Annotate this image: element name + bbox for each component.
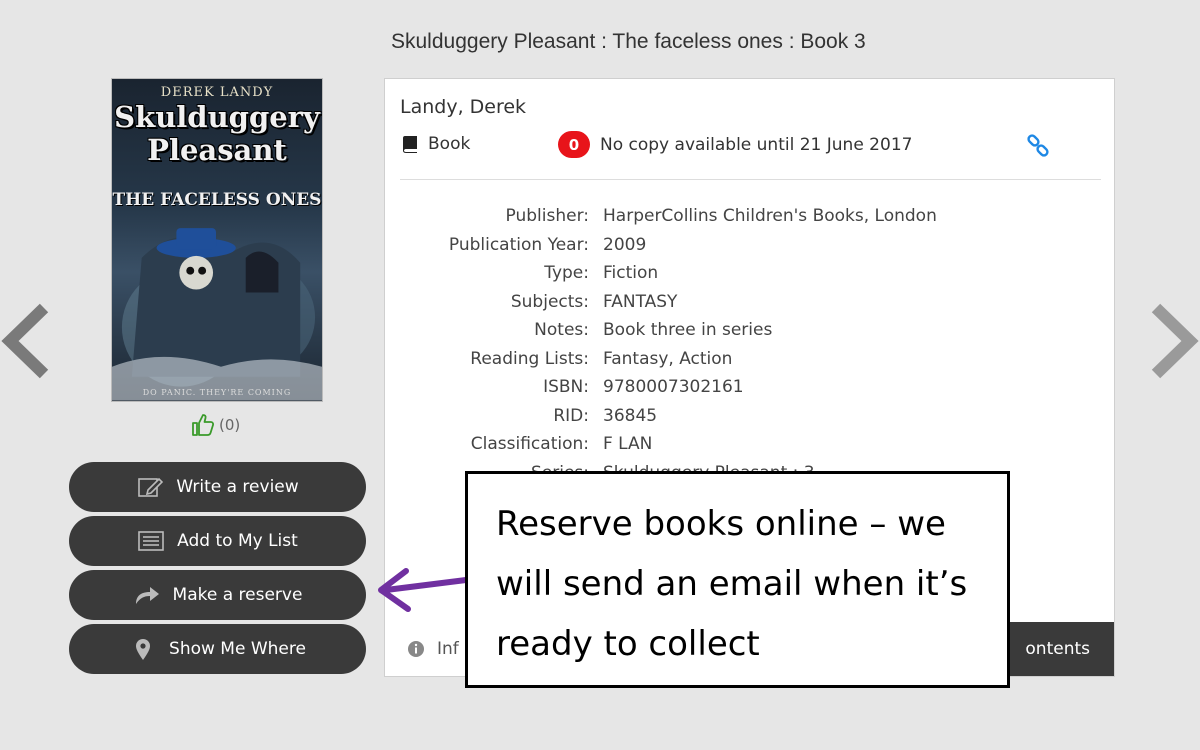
detail-row-rid: RID: 36845	[385, 402, 1100, 431]
list-icon	[138, 531, 164, 551]
write-review-label: Write a review	[176, 477, 299, 497]
detail-label: Subjects:	[510, 291, 589, 312]
show-me-where-label: Show Me Where	[169, 639, 306, 659]
detail-value: 2009	[603, 234, 647, 255]
tab-information-label: Inf	[437, 639, 459, 659]
detail-label: Classification:	[470, 434, 589, 455]
detail-label: Publication Year:	[448, 234, 589, 255]
book-icon	[403, 136, 417, 153]
detail-row-notes: Notes: Book three in series	[385, 316, 1100, 345]
detail-label: Notes:	[534, 320, 589, 341]
likes-count: (0)	[219, 416, 241, 434]
detail-row-subjects: Subjects: FANTASY	[385, 288, 1100, 317]
detail-value[interactable]: Fantasy, Action	[589, 349, 732, 369]
cover-title: Skulduggery Pleasant	[112, 101, 322, 167]
detail-value: 9780007302161	[603, 377, 744, 398]
format: Book	[400, 134, 470, 154]
detail-value: Book three in series	[603, 320, 773, 341]
add-to-my-list-button[interactable]: Add to My List	[69, 516, 366, 566]
cover-title-line2: Pleasant	[147, 133, 287, 167]
cover-tagline: DO PANIC. THEY'RE COMING	[142, 388, 292, 397]
info-icon	[408, 641, 424, 657]
detail-label: RID:	[553, 405, 589, 426]
detail-label: Publisher:	[505, 206, 589, 227]
detail-label: Reading Lists:	[470, 348, 589, 369]
detail-value: Fiction	[603, 263, 659, 284]
previous-item-arrow-icon[interactable]	[0, 300, 56, 382]
book-cover-image[interactable]: DEREK LANDY Skulduggery Pleasant THE FAC…	[111, 78, 323, 402]
available-count-badge: 0	[558, 131, 590, 158]
detail-row-publisher: Publisher: HarperCollins Children's Book…	[385, 202, 1100, 231]
reserve-callout: Reserve books online – we will send an e…	[465, 471, 1010, 688]
make-reserve-label: Make a reserve	[172, 585, 303, 605]
cover-author: DEREK LANDY	[160, 85, 274, 100]
show-me-where-button[interactable]: Show Me Where	[69, 624, 366, 674]
item-actions: Write a review Add to My List Make a res…	[69, 462, 366, 678]
add-to-my-list-label: Add to My List	[177, 531, 298, 551]
pencil-icon	[138, 477, 164, 497]
page-title: Skulduggery Pleasant : The faceless ones…	[391, 30, 866, 53]
detail-value: 36845	[603, 405, 658, 426]
availability-status: 0 No copy available until 21 June 2017	[558, 131, 912, 158]
details-list: Publisher: HarperCollins Children's Book…	[385, 202, 1100, 487]
detail-row-type: Type: Fiction	[385, 259, 1100, 288]
detail-value: HarperCollins Children's Books, London	[603, 206, 937, 227]
detail-row-classification: Classification: F LAN	[385, 430, 1100, 459]
detail-row-publication-year: Publication Year: 2009	[385, 231, 1100, 260]
make-reserve-button[interactable]: Make a reserve	[69, 570, 366, 620]
availability-text: No copy available until 21 June 2017	[600, 134, 913, 155]
link-icon[interactable]	[1026, 134, 1050, 158]
next-item-arrow-icon[interactable]	[1144, 300, 1200, 382]
detail-label: Type:	[544, 263, 589, 284]
cover-subtitle: THE FACELESS ONES	[112, 190, 322, 210]
cover-title-line1: Skulduggery	[114, 100, 320, 134]
detail-value[interactable]: FANTASY	[589, 292, 677, 312]
share-arrow-icon	[135, 587, 159, 604]
format-label: Book	[428, 134, 471, 154]
divider	[400, 179, 1101, 180]
detail-label: ISBN:	[543, 377, 589, 398]
detail-row-reading-lists: Reading Lists: Fantasy, Action	[385, 345, 1100, 374]
thumbs-up-icon	[192, 414, 215, 436]
tab-contents-label: ontents	[1025, 639, 1090, 659]
like-button[interactable]: (0)	[191, 413, 240, 437]
map-pin-icon	[136, 639, 151, 660]
callout-text: Reserve books online – we will send an e…	[496, 504, 968, 664]
detail-row-isbn: ISBN: 9780007302161	[385, 373, 1100, 402]
tab-information[interactable]: Inf	[407, 622, 459, 676]
write-review-button[interactable]: Write a review	[69, 462, 366, 512]
detail-value: F LAN	[603, 434, 653, 455]
author-link[interactable]: Landy, Derek	[400, 96, 526, 118]
callout-arrow-icon	[378, 568, 469, 612]
